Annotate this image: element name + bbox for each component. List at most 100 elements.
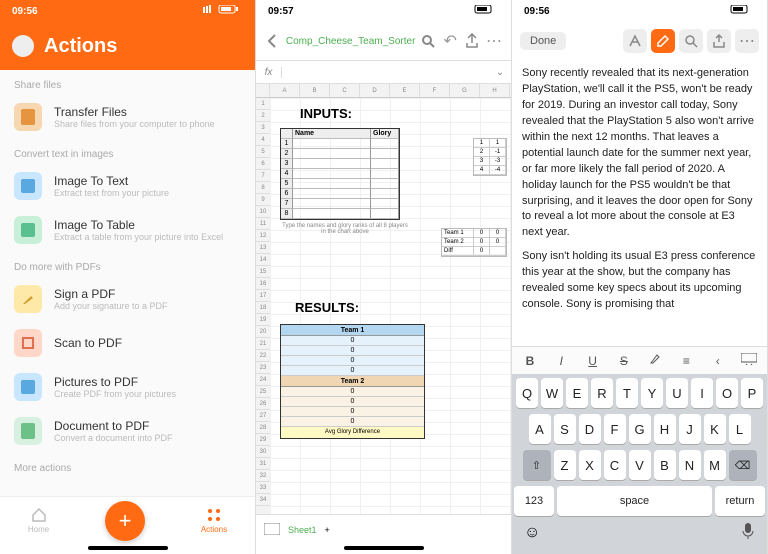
key-T[interactable]: T xyxy=(616,378,638,408)
search-icon[interactable] xyxy=(679,29,703,53)
key-backspace[interactable]: ⌫ xyxy=(729,450,757,480)
section-label: Convert text in images xyxy=(0,139,255,164)
style-icon[interactable] xyxy=(623,29,647,53)
sheet-grid[interactable]: ABCDEFGH 1234567891011121314151617181920… xyxy=(256,84,511,514)
sign-pdf-item[interactable]: Sign a PDFAdd your signature to a PDF xyxy=(0,277,255,321)
formula-bar: fx ⌄ xyxy=(256,60,511,84)
emoji-icon[interactable]: ☺ xyxy=(524,524,540,542)
key-B[interactable]: B xyxy=(654,450,676,480)
status-icons xyxy=(715,5,755,18)
image-icon xyxy=(14,216,42,244)
key-S[interactable]: S xyxy=(554,414,576,444)
tip-text: Type the names and glory ranks of all 8 … xyxy=(280,223,410,235)
key-123[interactable]: 123 xyxy=(514,486,554,516)
key-return[interactable]: return xyxy=(715,486,765,516)
mic-icon[interactable] xyxy=(741,522,755,545)
home-indicator[interactable] xyxy=(88,546,168,550)
image-to-table-item[interactable]: Image To TableExtract a table from your … xyxy=(0,208,255,252)
actions-list: Share files Transfer FilesShare files fr… xyxy=(0,70,255,496)
paragraph[interactable]: Sony recently revealed that its next-gen… xyxy=(522,66,757,241)
paragraph[interactable]: Sony isn't holding its usual E3 press co… xyxy=(522,249,757,313)
mini-table-1[interactable]: 112-13-34-4 xyxy=(473,138,507,176)
share-icon[interactable] xyxy=(707,29,731,53)
key-E[interactable]: E xyxy=(566,378,588,408)
key-X[interactable]: X xyxy=(579,450,601,480)
key-R[interactable]: R xyxy=(591,378,613,408)
app-header: Actions xyxy=(0,22,255,70)
formula-input[interactable] xyxy=(282,67,489,78)
done-button[interactable]: Done xyxy=(520,32,566,50)
time: 09:57 xyxy=(268,6,294,17)
key-A[interactable]: A xyxy=(529,414,551,444)
search-icon[interactable] xyxy=(419,30,437,52)
inputs-table[interactable]: NameGlory 12345678 xyxy=(280,128,400,220)
status-bar: 09:56 xyxy=(512,0,767,22)
key-K[interactable]: K xyxy=(704,414,726,444)
tab-home[interactable]: Home xyxy=(28,507,49,534)
avatar[interactable] xyxy=(12,35,34,57)
highlight-icon[interactable] xyxy=(643,352,667,369)
undo-icon[interactable]: ↶ xyxy=(441,30,459,52)
italic-button[interactable]: I xyxy=(549,354,573,368)
key-W[interactable]: W xyxy=(541,378,563,408)
more-icon[interactable]: ⋯ xyxy=(735,29,759,53)
bullet-list-icon[interactable]: ≡ xyxy=(674,354,698,368)
key-U[interactable]: U xyxy=(666,378,688,408)
bold-button[interactable]: B xyxy=(518,354,542,368)
chevron-left-icon[interactable]: ‹ xyxy=(706,354,730,368)
key-P[interactable]: P xyxy=(741,378,763,408)
results-heading: RESULTS: xyxy=(295,300,359,315)
keyboard-hide-icon[interactable] xyxy=(737,353,761,368)
image-icon xyxy=(14,172,42,200)
mini-table-2[interactable]: Team 100Team 200Diff0 xyxy=(441,228,507,257)
key-M[interactable]: M xyxy=(704,450,726,480)
expand-formula-icon[interactable]: ⌄ xyxy=(489,67,511,78)
key-J[interactable]: J xyxy=(679,414,701,444)
key-O[interactable]: O xyxy=(716,378,738,408)
fab-add[interactable]: + xyxy=(105,501,145,541)
sheet-tabs: Sheet1 + xyxy=(256,514,511,544)
view-icon[interactable] xyxy=(264,523,280,537)
scan-icon xyxy=(14,329,42,357)
key-V[interactable]: V xyxy=(629,450,651,480)
document-body[interactable]: Sony recently revealed that its next-gen… xyxy=(512,60,767,346)
home-indicator[interactable] xyxy=(344,546,424,550)
key-G[interactable]: G xyxy=(629,414,651,444)
section-label: More actions xyxy=(0,453,255,478)
underline-button[interactable]: U xyxy=(581,354,605,368)
tab-actions[interactable]: Actions xyxy=(201,507,227,534)
image-to-text-item[interactable]: Image To TextExtract text from your pict… xyxy=(0,164,255,208)
results-table[interactable]: Team 1 0000 Team 2 0000 Avg Glory Differ… xyxy=(280,324,425,439)
key-N[interactable]: N xyxy=(679,450,701,480)
key-D[interactable]: D xyxy=(579,414,601,444)
editor-toolbar: Done ⋯ xyxy=(512,22,767,60)
key-space[interactable]: space xyxy=(557,486,712,516)
inputs-heading: INPUTS: xyxy=(300,106,352,121)
scan-to-pdf-item[interactable]: Scan to PDF xyxy=(0,321,255,365)
key-H[interactable]: H xyxy=(654,414,676,444)
edit-icon[interactable] xyxy=(651,29,675,53)
doc-icon xyxy=(14,417,42,445)
key-Z[interactable]: Z xyxy=(554,450,576,480)
key-F[interactable]: F xyxy=(604,414,626,444)
transfer-files-item[interactable]: Transfer FilesShare files from your comp… xyxy=(0,95,255,139)
back-button[interactable] xyxy=(264,30,282,52)
key-Q[interactable]: Q xyxy=(516,378,538,408)
share-icon[interactable] xyxy=(463,30,481,52)
key-Y[interactable]: Y xyxy=(641,378,663,408)
strike-button[interactable]: S xyxy=(612,354,636,368)
sheet-tab[interactable]: Sheet1 xyxy=(288,525,317,535)
status-bar: 09:57 xyxy=(256,0,511,22)
document-to-pdf-item[interactable]: Document to PDFConvert a document into P… xyxy=(0,409,255,453)
key-L[interactable]: L xyxy=(729,414,751,444)
status-bar: 09:56 xyxy=(0,0,255,22)
more-icon[interactable]: ⋯ xyxy=(485,30,503,52)
pictures-to-pdf-item[interactable]: Pictures to PDFCreate PDF from your pict… xyxy=(0,365,255,409)
key-shift[interactable]: ⇧ xyxy=(523,450,551,480)
key-C[interactable]: C xyxy=(604,450,626,480)
doc-icon xyxy=(14,103,42,131)
add-sheet-button[interactable]: + xyxy=(325,525,330,535)
filename[interactable]: Comp_Cheese_Team_Sorter xyxy=(286,36,416,47)
key-I[interactable]: I xyxy=(691,378,713,408)
keyboard: QWERTYUIOP ASDFGHJKL ⇧ZXCVBNM⌫ 123 space… xyxy=(512,374,767,554)
